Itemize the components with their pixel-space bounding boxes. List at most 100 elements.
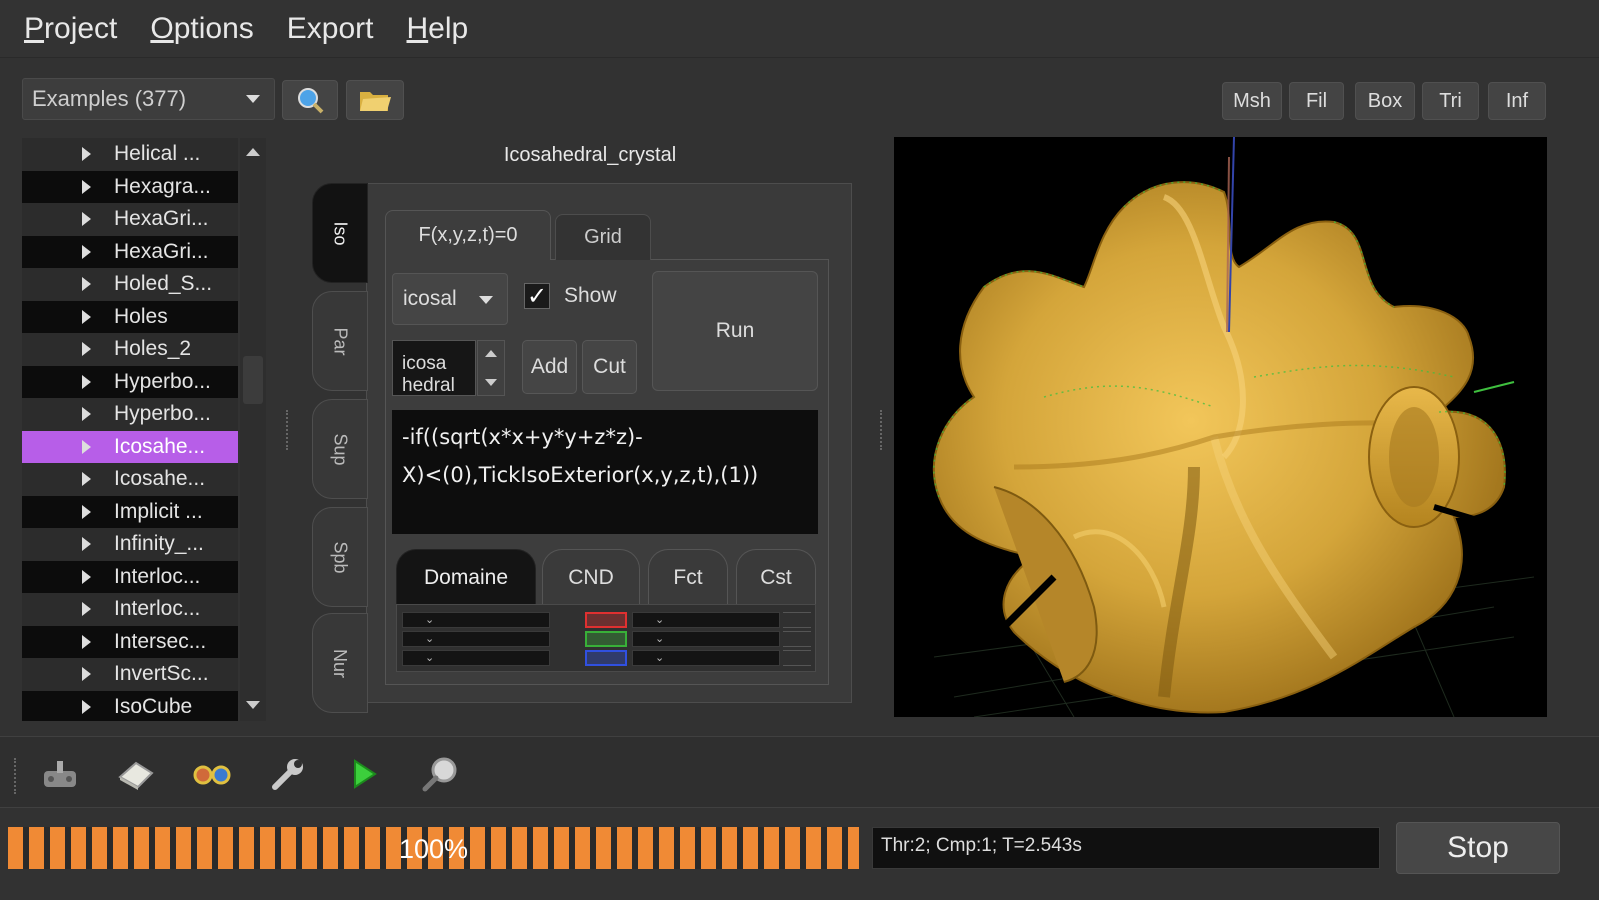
run-button[interactable]: Run [652, 271, 818, 391]
glasses-button[interactable] [190, 754, 234, 794]
expand-arrow-icon[interactable] [82, 472, 91, 486]
list-item[interactable]: Intersec... [22, 625, 238, 658]
list-item[interactable]: IsoCube [22, 690, 238, 721]
wrench-button[interactable] [266, 754, 310, 794]
function-select[interactable]: icosal [392, 273, 508, 325]
expand-arrow-icon[interactable] [82, 277, 91, 291]
side-tab-sup[interactable]: Sup [312, 399, 368, 499]
list-item[interactable]: Holed_S... [22, 268, 238, 301]
list-item-label: IsoCube [114, 694, 193, 718]
condition-row-select[interactable]: ⌄ [402, 650, 550, 666]
list-item[interactable]: Icosahe... [22, 430, 238, 463]
examples-combo[interactable]: Examples (377) [22, 78, 275, 120]
expand-arrow-icon[interactable] [82, 374, 91, 389]
expand-arrow-icon[interactable] [82, 407, 91, 421]
info-button[interactable]: Inf [1488, 82, 1546, 120]
expand-arrow-icon[interactable] [82, 342, 91, 356]
toolbar-grip[interactable] [14, 758, 20, 794]
play-icon [354, 759, 377, 789]
stop-button[interactable]: Stop [1396, 822, 1560, 874]
side-tab-nur[interactable]: Nur [312, 613, 368, 713]
tab-domaine[interactable]: Domaine [396, 549, 536, 605]
expand-arrow-icon[interactable] [82, 244, 91, 259]
list-item[interactable]: HexaGri... [22, 203, 238, 236]
expand-arrow-icon[interactable] [82, 602, 91, 616]
expand-arrow-icon[interactable] [82, 667, 91, 681]
list-item[interactable]: InvertSc... [22, 658, 238, 691]
name-spinner-field[interactable]: icosa hedral [392, 340, 476, 396]
3d-viewport[interactable] [894, 137, 1547, 717]
menu-help[interactable]: Help [407, 12, 469, 46]
list-item[interactable]: Interloc... [22, 593, 238, 626]
formula-editor[interactable]: -if((sqrt(x*x+y*y+z*z)- X)<(0),TickIsoEx… [392, 410, 818, 534]
condition-color-blue[interactable] [585, 650, 627, 666]
list-item[interactable]: Implicit ... [22, 495, 238, 528]
condition-color-red[interactable] [585, 612, 627, 628]
play-button[interactable] [342, 754, 386, 794]
menu-project[interactable]: Project [24, 12, 117, 46]
list-item[interactable]: Infinity_... [22, 528, 238, 561]
condition-row-select[interactable]: ⌄ [632, 650, 780, 666]
left-splitter-handle[interactable] [286, 410, 292, 450]
expand-arrow-icon[interactable] [82, 569, 91, 584]
expand-arrow-icon[interactable] [82, 212, 91, 226]
condition-row-select[interactable]: ⌄ [632, 612, 780, 628]
show-checkbox[interactable]: ✓ [524, 283, 550, 310]
expand-arrow-icon[interactable] [82, 537, 91, 551]
open-folder-button[interactable] [346, 80, 404, 120]
list-item-label: Holed_S... [114, 272, 213, 296]
formula-line: -if((sqrt(x*x+y*y+z*z)- [402, 425, 643, 449]
expand-arrow-icon[interactable] [82, 699, 91, 714]
fill-button[interactable]: Fil [1289, 82, 1344, 120]
list-item[interactable]: Hyperbo... [22, 398, 238, 431]
tab-fct[interactable]: Fct [648, 549, 728, 605]
expand-arrow-icon[interactable] [82, 634, 91, 649]
expand-arrow-icon[interactable] [82, 439, 91, 454]
list-item[interactable]: Interloc... [22, 560, 238, 593]
scroll-thumb[interactable] [243, 356, 263, 404]
side-tab-spb[interactable]: Spb [312, 507, 368, 607]
gamepad-icon [44, 761, 76, 787]
add-button[interactable]: Add [522, 340, 577, 394]
condition-row-select[interactable]: ⌄ [632, 631, 780, 647]
list-item[interactable]: Holes [22, 300, 238, 333]
box-button[interactable]: Box [1355, 82, 1415, 120]
list-item-label: Implicit ... [114, 499, 203, 523]
side-tab-iso[interactable]: Iso [312, 183, 368, 283]
spin-down-icon[interactable] [485, 379, 497, 386]
list-item[interactable]: Hexagra... [22, 170, 238, 203]
list-item-label: Holes [114, 304, 168, 328]
search-button[interactable] [282, 80, 338, 120]
triangles-button[interactable]: Tri [1422, 82, 1479, 120]
gamepad-button[interactable] [38, 754, 82, 794]
menu-export[interactable]: Export [287, 12, 374, 46]
side-tab-par[interactable]: Par [312, 291, 368, 391]
list-scrollbar[interactable] [240, 138, 266, 721]
expand-arrow-icon[interactable] [82, 504, 91, 519]
eraser-button[interactable] [114, 754, 158, 794]
expand-arrow-icon[interactable] [82, 179, 91, 194]
expand-arrow-icon[interactable] [82, 147, 91, 161]
name-spinner-buttons[interactable] [477, 340, 505, 396]
tab-function[interactable]: F(x,y,z,t)=0 [385, 210, 551, 260]
scroll-up-icon[interactable] [246, 148, 260, 156]
condition-row-select[interactable]: ⌄ [402, 631, 550, 647]
list-item[interactable]: HexaGri... [22, 235, 238, 268]
cut-button[interactable]: Cut [582, 340, 637, 394]
tab-cst[interactable]: Cst [736, 549, 816, 605]
list-item[interactable]: Holes_2 [22, 333, 238, 366]
condition-row-select[interactable]: ⌄ [402, 612, 550, 628]
condition-color-green[interactable] [585, 631, 627, 647]
expand-arrow-icon[interactable] [82, 309, 91, 324]
list-item[interactable]: Helical ... [22, 138, 238, 171]
tab-grid[interactable]: Grid [555, 214, 651, 260]
list-item[interactable]: Hyperbo... [22, 365, 238, 398]
tab-cnd[interactable]: CND [542, 549, 640, 605]
list-item[interactable]: Icosahe... [22, 463, 238, 496]
right-splitter-handle[interactable] [880, 410, 886, 450]
menu-options[interactable]: Options [150, 12, 253, 46]
zoom-button[interactable] [418, 754, 462, 794]
scroll-down-icon[interactable] [246, 701, 260, 709]
spin-up-icon[interactable] [485, 350, 497, 357]
mesh-button[interactable]: Msh [1222, 82, 1282, 120]
